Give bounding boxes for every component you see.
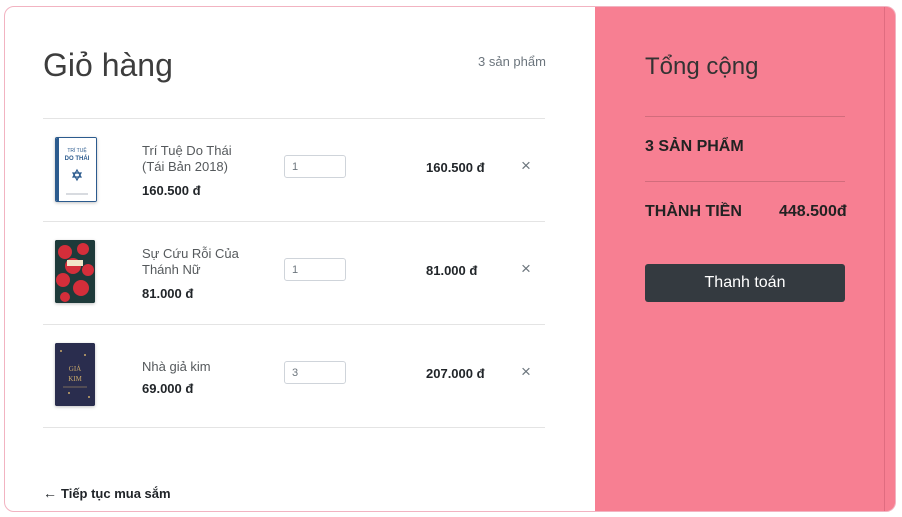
arrow-left-icon: ←	[43, 485, 57, 501]
cart-section: Giỏ hàng 3 sản phẩm TRÍ TUỆ DO THÁI Trí …	[5, 7, 595, 511]
product-name[interactable]: Nhà giả kim	[142, 359, 252, 375]
continue-shopping-link[interactable]: ← Tiếp tục mua sắm	[43, 485, 171, 501]
quantity-input[interactable]	[284, 361, 346, 384]
total-label: THÀNH TIỀN	[645, 203, 742, 220]
svg-text:KIM: KIM	[68, 375, 82, 383]
line-total: 81.000 đ	[426, 263, 478, 278]
unit-price: 160.500 đ	[142, 183, 201, 198]
close-icon[interactable]: ×	[521, 157, 531, 174]
line-total: 160.500 đ	[426, 160, 485, 175]
summary-item-count: 3 SẢN PHẨM	[645, 138, 744, 155]
book-cover-image[interactable]: GIẢ KIM	[55, 343, 95, 406]
cart-row: Sự Cứu Rỗi Của Thánh Nữ 81.000 đ 81.000 …	[43, 222, 545, 324]
cart-card: Giỏ hàng 3 sản phẩm TRÍ TUỆ DO THÁI Trí …	[4, 6, 896, 512]
quantity-input[interactable]	[284, 155, 346, 178]
summary-divider	[645, 181, 845, 182]
unit-price: 69.000 đ	[142, 381, 194, 396]
book-cover-image[interactable]	[55, 240, 95, 303]
unit-price: 81.000 đ	[142, 286, 194, 301]
summary-title: Tổng cộng	[645, 53, 759, 80]
close-icon[interactable]: ×	[521, 260, 531, 277]
cart-row: TRÍ TUỆ DO THÁI Trí Tuệ Do Thái (Tái Bản…	[43, 119, 545, 221]
item-count: 3 sản phẩm	[478, 54, 546, 69]
divider	[43, 427, 545, 428]
line-total: 207.000 đ	[426, 366, 485, 381]
quantity-input[interactable]	[284, 258, 346, 281]
svg-text:TRÍ TUỆ: TRÍ TUỆ	[67, 146, 87, 154]
product-name[interactable]: Trí Tuệ Do Thái (Tái Bản 2018)	[142, 143, 252, 175]
svg-text:DO THÁI: DO THÁI	[65, 155, 90, 162]
close-icon[interactable]: ×	[521, 363, 531, 380]
total-value: 448.500đ	[779, 203, 847, 220]
summary-divider	[645, 116, 845, 117]
page-title: Giỏ hàng	[43, 47, 173, 83]
summary-panel: Tổng cộng 3 SẢN PHẨM THÀNH TIỀN 448.500đ…	[595, 7, 895, 511]
panel-edge	[884, 7, 895, 511]
checkout-button[interactable]: Thanh toán	[645, 264, 845, 302]
svg-text:GIẢ: GIẢ	[69, 365, 81, 373]
cart-row: GIẢ KIM Nhà giả kim 69.000 đ 207.000 đ ×	[43, 325, 545, 427]
continue-shopping-label: Tiếp tục mua sắm	[61, 486, 171, 501]
book-cover-image[interactable]: TRÍ TUỆ DO THÁI	[55, 137, 97, 202]
product-name[interactable]: Sự Cứu Rỗi Của Thánh Nữ	[142, 246, 252, 278]
